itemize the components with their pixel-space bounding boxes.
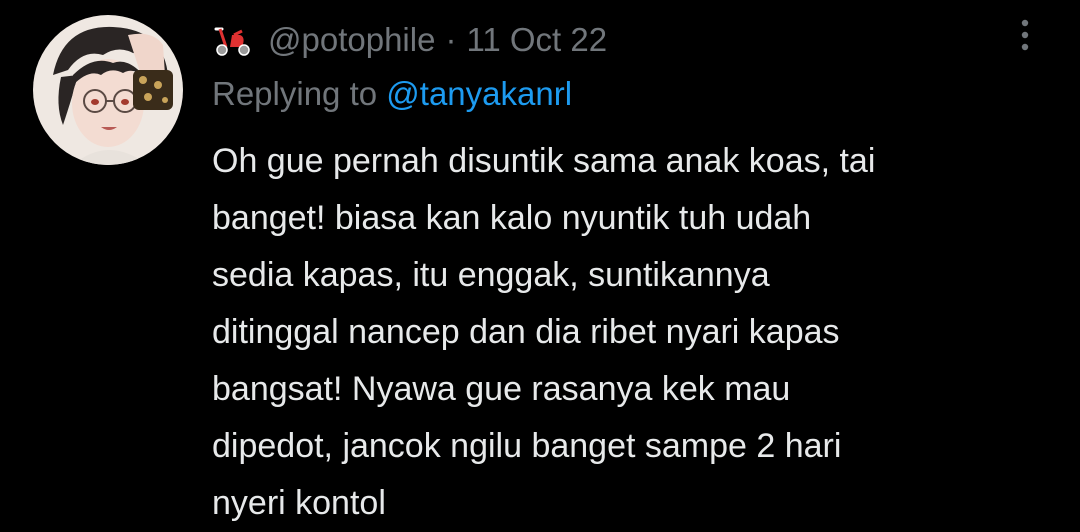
author-handle[interactable]: @potophile [268, 21, 435, 59]
separator-dot: · [445, 21, 457, 58]
reply-target-link[interactable]: @tanyakanrl [386, 75, 572, 112]
tweet-header: @potophile · 11 Oct 22 [212, 18, 607, 62]
avatar[interactable] [33, 15, 183, 165]
tweet-body: Oh gue pernah disuntik sama anak koas, t… [212, 142, 876, 522]
more-vertical-icon[interactable] [1010, 14, 1040, 58]
replying-to: Replying to @tanyakanrl [212, 75, 572, 113]
tweet-timestamp[interactable]: 11 Oct 22 [466, 21, 607, 59]
avatar-image [33, 15, 183, 165]
scooter-icon [214, 27, 250, 56]
tweet[interactable]: @potophile · 11 Oct 22 Replying to @tany… [0, 0, 1080, 529]
replying-to-label: Replying to [212, 75, 378, 112]
